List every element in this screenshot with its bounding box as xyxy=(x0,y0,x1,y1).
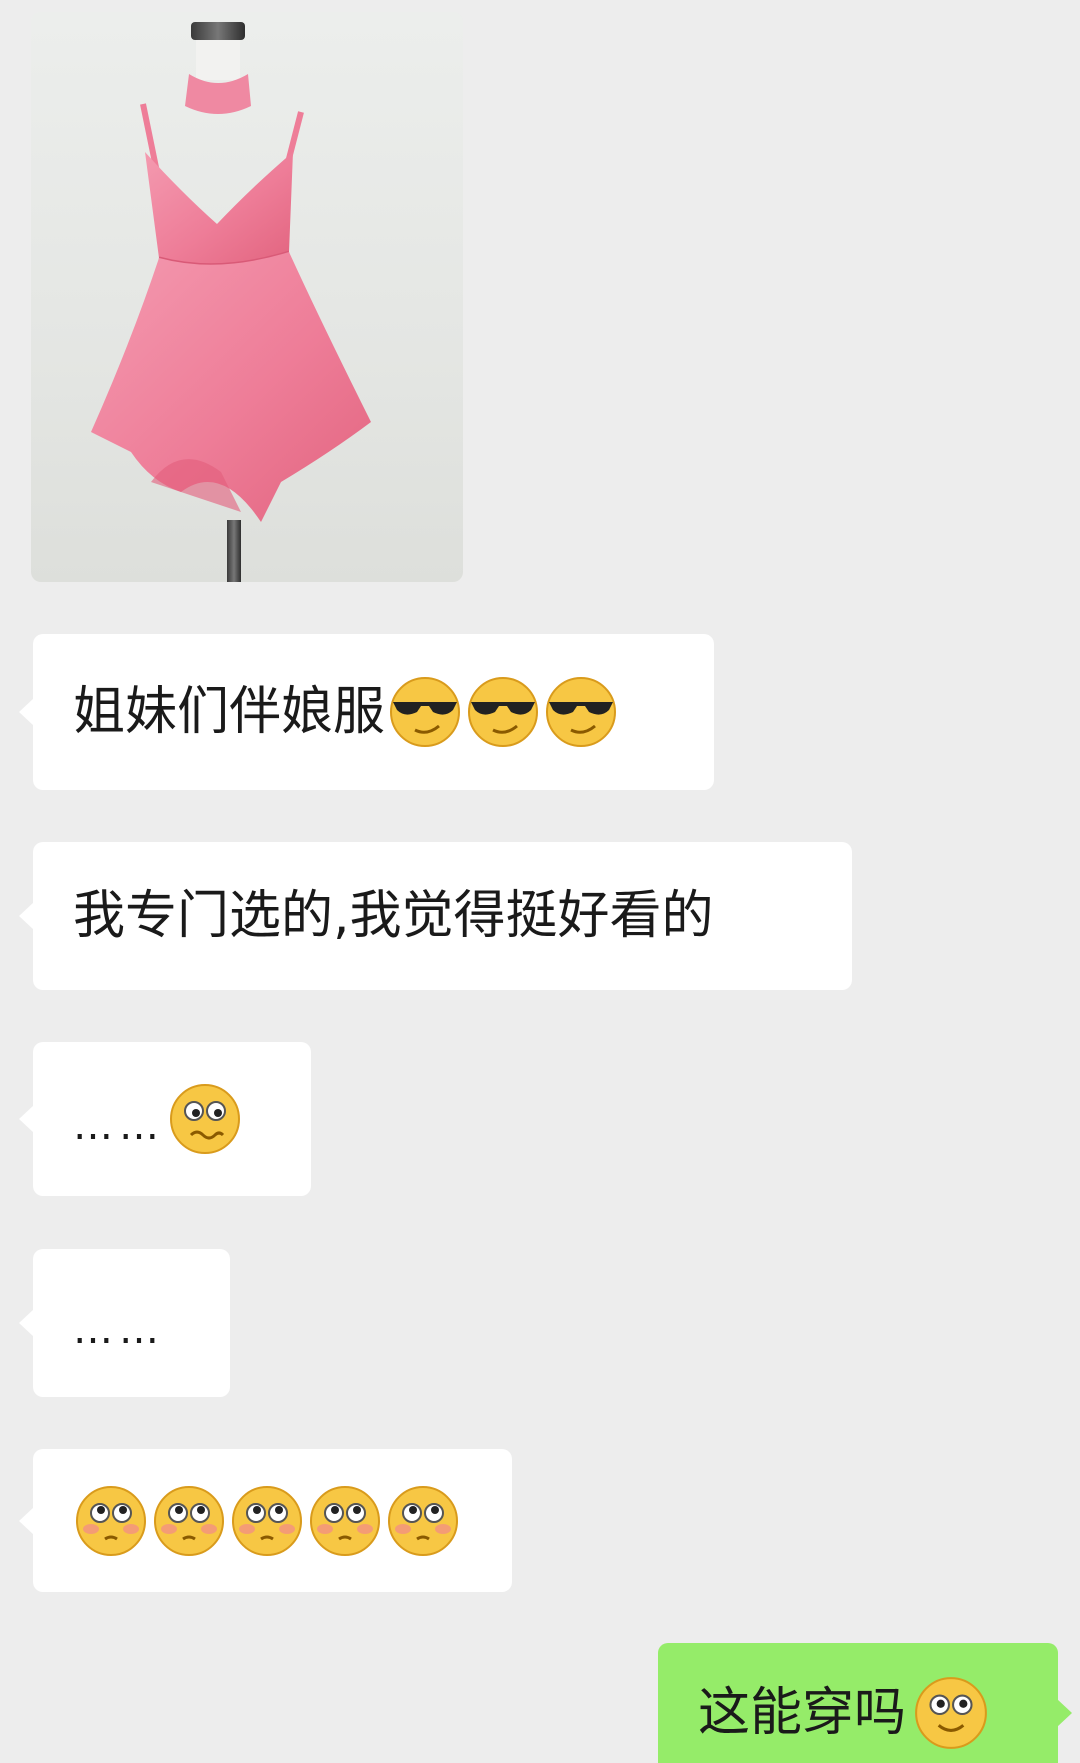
sunglasses-face-icon xyxy=(465,674,541,750)
blushing-face-icon xyxy=(151,1483,227,1559)
sunglasses-face-icon xyxy=(387,674,463,750)
message-text: …… xyxy=(73,1307,165,1353)
blushing-face-icon xyxy=(307,1483,383,1559)
message-text: 姐妹们伴娘服 xyxy=(73,682,386,742)
message-bubble[interactable]: 姐妹们伴娘服 xyxy=(19,634,714,790)
blushing-face-icon xyxy=(229,1483,305,1559)
dress-photo xyxy=(91,22,371,582)
smile-face-icon xyxy=(912,1674,990,1752)
message-bubble[interactable] xyxy=(19,1449,512,1592)
message-text: 我专门选的,我觉得挺好看的 xyxy=(73,886,714,946)
dress-photo-message[interactable] xyxy=(31,12,463,582)
message-bubble[interactable]: …… xyxy=(19,1249,230,1397)
outgoing-message-bubble[interactable]: 这能穿吗 xyxy=(658,1643,1072,1763)
blushing-face-icon xyxy=(73,1483,149,1559)
chat-area: 姐妹们伴娘服 我专门选的,我觉得挺好看的 …… …… 这能穿吗 xyxy=(0,0,1080,1763)
message-bubble[interactable]: …… xyxy=(19,1042,311,1196)
message-bubble[interactable]: 我专门选的,我觉得挺好看的 xyxy=(19,842,852,990)
awkward-face-icon xyxy=(167,1081,243,1157)
blushing-face-icon xyxy=(385,1483,461,1559)
message-text: …… xyxy=(73,1103,165,1149)
sunglasses-face-icon xyxy=(543,674,619,750)
message-text: 这能穿吗 xyxy=(698,1683,907,1743)
